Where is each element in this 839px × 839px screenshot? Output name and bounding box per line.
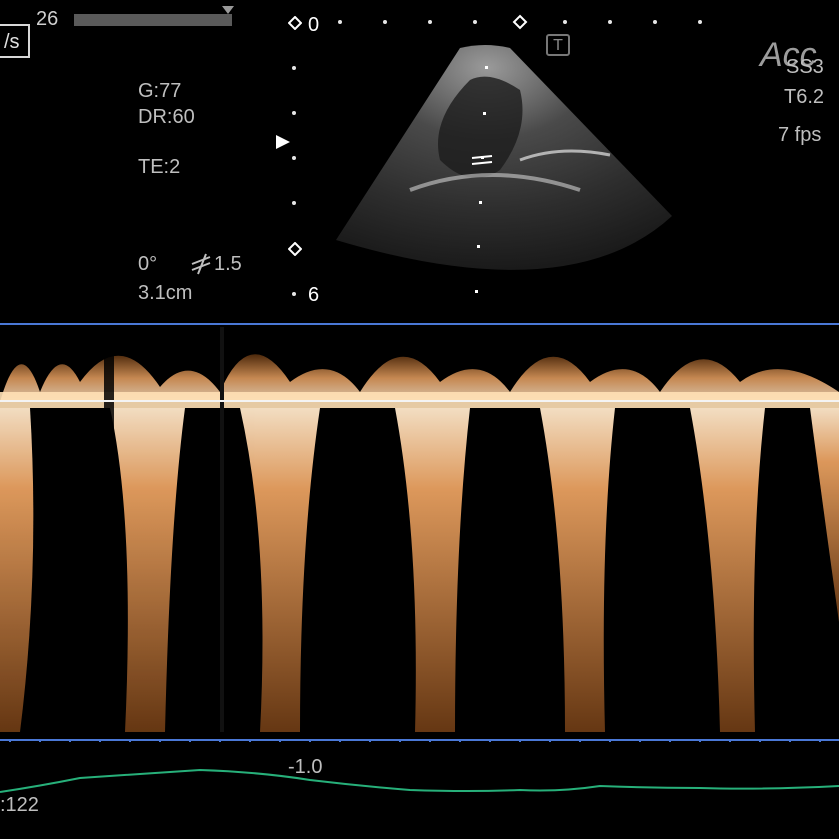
cine-progress-marker-icon[interactable]: [222, 6, 234, 14]
filter-icon: [190, 252, 212, 276]
ecg-trace: [0, 768, 839, 793]
dynamic-range-readout: DR:60: [138, 106, 195, 128]
probe-readout: SS3: [786, 56, 824, 78]
te-readout: TE:2: [138, 156, 181, 178]
angle-readout: 0°: [138, 253, 158, 275]
velocity-unit-box[interactable]: /s: [0, 24, 30, 58]
frame-number: 26: [36, 8, 59, 30]
t-value-readout: T6.2: [784, 86, 825, 108]
bmode-sector-image[interactable]: [320, 40, 690, 300]
cine-progress-bar[interactable]: [74, 14, 232, 26]
reverse-flow-envelopes: [0, 408, 839, 732]
sample-depth-readout: 3.1cm: [138, 282, 193, 304]
heart-rate-readout: :122: [0, 794, 39, 816]
filter-readout: 1.5: [214, 253, 242, 275]
doppler-spectrum[interactable]: [0, 322, 839, 748]
ecg-panel: -1.0 :122: [0, 742, 839, 839]
fps-readout: 7 fps: [778, 124, 822, 146]
gain-readout: G:77: [138, 80, 182, 102]
imaging-panel: /s 26 G:77 DR:60 TE:2 0° 1.5 3.1cm 0 6 T…: [0, 0, 839, 322]
trans-badge-icon[interactable]: T: [546, 34, 570, 56]
signal-gap: [104, 327, 114, 732]
